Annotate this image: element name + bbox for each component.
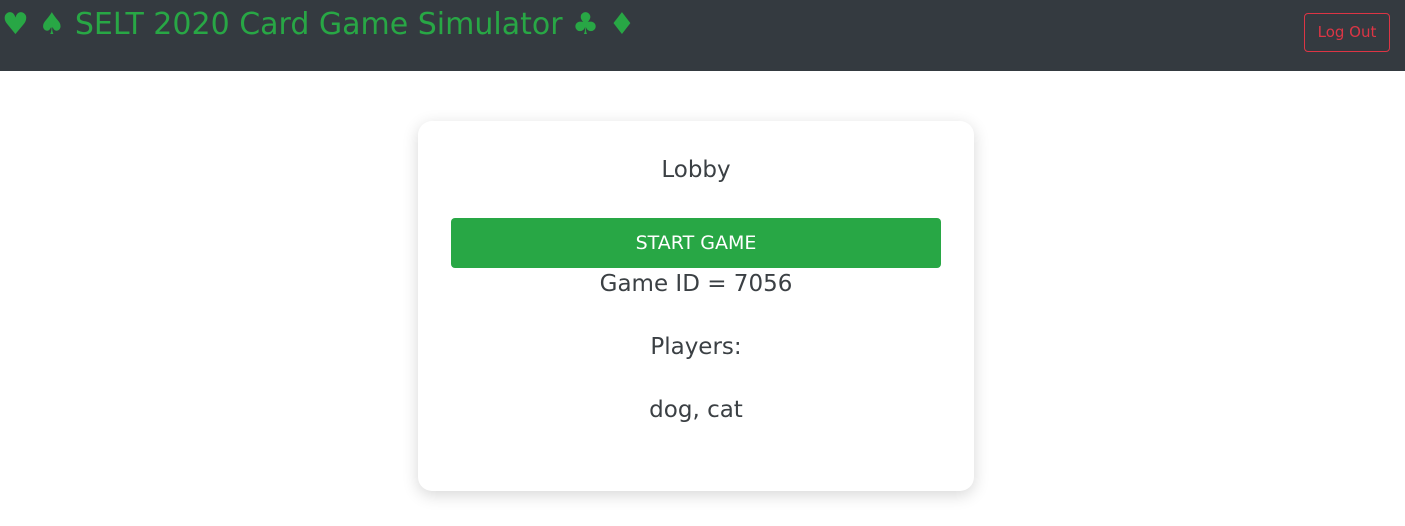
start-game-button[interactable]: START GAME (451, 218, 941, 268)
game-id-text: Game ID = 7056 (599, 271, 793, 297)
app-title: ♥ ♠ SELT 2020 Card Game Simulator ♣ ♦ (2, 7, 636, 42)
lobby-card: Lobby START GAME Game ID = 7056 Players:… (418, 121, 974, 491)
navbar: ♥ ♠ SELT 2020 Card Game Simulator ♣ ♦ Lo… (0, 0, 1405, 71)
logout-button[interactable]: Log Out (1304, 13, 1390, 52)
players-list: dog, cat (649, 397, 743, 423)
players-label: Players: (650, 334, 742, 360)
lobby-title: Lobby (661, 157, 731, 183)
